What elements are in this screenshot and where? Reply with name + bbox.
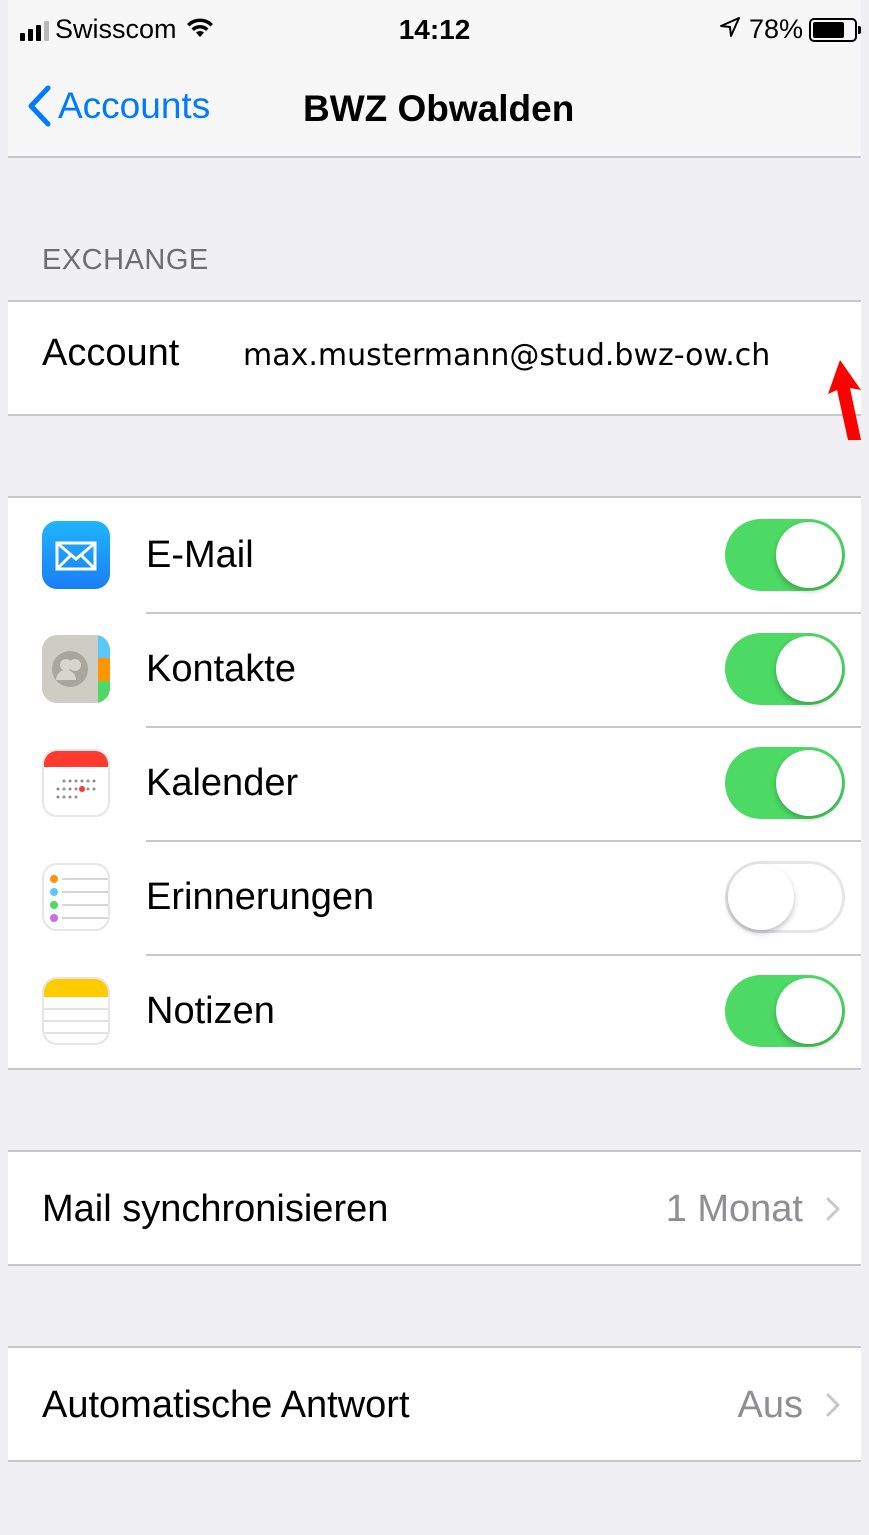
mail-icon — [42, 521, 110, 589]
navigation-bar: Accounts BWZ Obwalden — [8, 64, 861, 158]
location-arrow-icon — [719, 14, 741, 45]
auto-reply-row[interactable]: Automatische Antwort Aus — [8, 1348, 861, 1462]
battery-icon — [809, 17, 861, 42]
reminders-icon — [42, 863, 110, 931]
account-group: Account max.mustermann@stud.bwz-ow.ch — [8, 300, 861, 416]
annotation-arrow-icon — [828, 360, 861, 440]
service-label: Erinnerungen — [146, 875, 375, 918]
services-group: E-Mail Kontakte Kalender Erinnerungen No… — [8, 496, 861, 1070]
notes-icon — [42, 977, 110, 1045]
contacts-icon — [42, 635, 110, 703]
auto-reply-value: Aus — [737, 1383, 803, 1426]
account-email: max.mustermann@stud.bwz-ow.ch — [243, 338, 771, 373]
section-header-exchange: EXCHANGE — [42, 244, 209, 276]
service-label: Notizen — [146, 989, 275, 1032]
settings-screen: Swisscom 14:12 78% Accounts BWZ Obwalden… — [8, 0, 861, 1535]
contacts-toggle[interactable] — [725, 633, 845, 705]
reminders-toggle[interactable] — [725, 861, 845, 933]
auto-reply-label: Automatische Antwort — [42, 1383, 410, 1426]
battery-percentage: 78% — [748, 14, 803, 44]
account-row[interactable]: Account max.mustermann@stud.bwz-ow.ch — [8, 302, 861, 416]
service-row-contacts: Kontakte — [8, 612, 861, 726]
service-row-email: E-Mail — [8, 498, 861, 612]
email-toggle[interactable] — [725, 519, 845, 591]
service-label: Kontakte — [146, 647, 296, 690]
chevron-right-icon — [826, 1393, 840, 1417]
service-row-reminders: Erinnerungen — [8, 840, 861, 954]
calendar-icon — [42, 749, 110, 817]
auto-reply-group: Automatische Antwort Aus — [8, 1346, 861, 1462]
account-label: Account — [42, 332, 180, 374]
page-title: BWZ Obwalden — [303, 88, 575, 129]
chevron-right-icon — [826, 1197, 840, 1221]
mail-sync-value: 1 Monat — [665, 1187, 803, 1230]
service-label: Kalender — [146, 761, 299, 804]
back-button[interactable]: Accounts — [26, 84, 210, 128]
service-row-notes: Notizen — [8, 954, 861, 1068]
status-bar: Swisscom 14:12 78% — [8, 0, 861, 64]
service-label: E-Mail — [146, 533, 254, 576]
mail-sync-label: Mail synchronisieren — [42, 1187, 389, 1230]
mail-sync-row[interactable]: Mail synchronisieren 1 Monat — [8, 1152, 861, 1266]
service-row-calendar: Kalender — [8, 726, 861, 840]
notes-toggle[interactable] — [725, 975, 845, 1047]
calendar-toggle[interactable] — [725, 747, 845, 819]
chevron-left-icon — [28, 85, 51, 127]
back-button-label: Accounts — [58, 85, 211, 126]
mail-sync-group: Mail synchronisieren 1 Monat — [8, 1150, 861, 1266]
